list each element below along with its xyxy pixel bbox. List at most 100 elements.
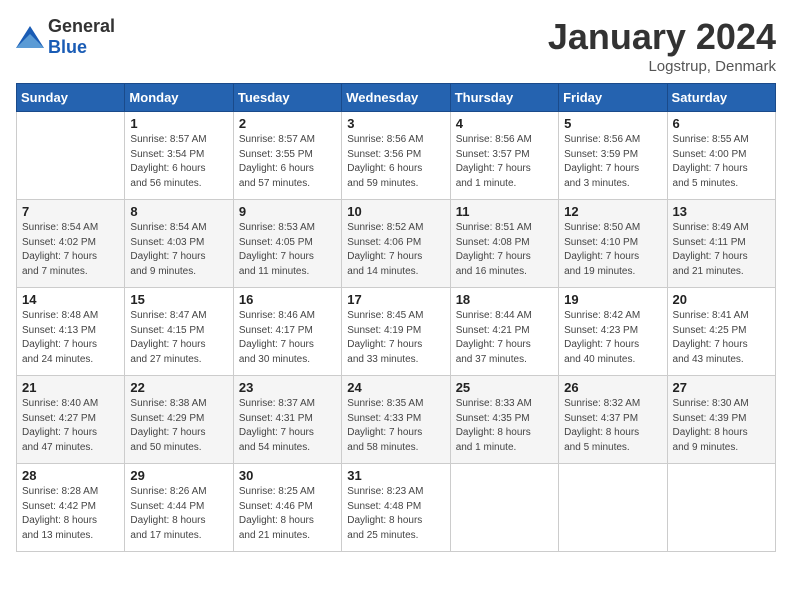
title-block: January 2024 Logstrup, Denmark: [548, 16, 776, 75]
day-number: 27: [673, 380, 770, 395]
calendar-cell: 14 Sunrise: 8:48 AM Sunset: 4:13 PM Dayli…: [17, 288, 125, 376]
logo-icon: [16, 26, 44, 48]
day-number: 7: [22, 204, 119, 219]
day-number: 31: [347, 468, 444, 483]
day-number: 28: [22, 468, 119, 483]
day-info: Sunrise: 8:56 AM Sunset: 3:56 PM Dayligh…: [347, 133, 444, 191]
calendar-week-5: 28 Sunrise: 8:28 AM Sunset: 4:42 PM Dayli…: [17, 464, 776, 552]
calendar-cell: 16 Sunrise: 8:46 AM Sunset: 4:17 PM Dayli…: [233, 288, 341, 376]
calendar-cell: 8 Sunrise: 8:54 AM Sunset: 4:03 PM Daylig…: [125, 200, 233, 288]
logo: General Blue: [16, 16, 115, 58]
calendar-cell: 21 Sunrise: 8:40 AM Sunset: 4:27 PM Dayli…: [17, 376, 125, 464]
day-info: Sunrise: 8:52 AM Sunset: 4:06 PM Dayligh…: [347, 221, 444, 279]
day-info: Sunrise: 8:45 AM Sunset: 4:19 PM Dayligh…: [347, 309, 444, 367]
calendar-cell: 19 Sunrise: 8:42 AM Sunset: 4:23 PM Dayli…: [559, 288, 667, 376]
day-info: Sunrise: 8:42 AM Sunset: 4:23 PM Dayligh…: [564, 309, 661, 367]
day-info: Sunrise: 8:54 AM Sunset: 4:03 PM Dayligh…: [130, 221, 227, 279]
calendar-cell: 18 Sunrise: 8:44 AM Sunset: 4:21 PM Dayli…: [450, 288, 558, 376]
header-friday: Friday: [559, 84, 667, 112]
day-info: Sunrise: 8:33 AM Sunset: 4:35 PM Dayligh…: [456, 397, 553, 455]
calendar-cell: 20Sunrise: 8:41 AM Sunset: 4:25 PM Dayli…: [667, 288, 775, 376]
day-number: 30: [239, 468, 336, 483]
header-sunday: Sunday: [17, 84, 125, 112]
calendar-week-4: 21 Sunrise: 8:40 AM Sunset: 4:27 PM Dayli…: [17, 376, 776, 464]
day-number: 11: [456, 204, 553, 219]
day-info: Sunrise: 8:38 AM Sunset: 4:29 PM Dayligh…: [130, 397, 227, 455]
day-info: Sunrise: 8:55 AM Sunset: 4:00 PM Dayligh…: [673, 133, 770, 191]
day-info: Sunrise: 8:41 AM Sunset: 4:25 PM Dayligh…: [673, 309, 770, 367]
day-number: 18: [456, 292, 553, 307]
calendar-cell: 25 Sunrise: 8:33 AM Sunset: 4:35 PM Dayli…: [450, 376, 558, 464]
day-number: 5: [564, 116, 661, 131]
calendar-cell: [450, 464, 558, 552]
day-info: Sunrise: 8:56 AM Sunset: 3:57 PM Dayligh…: [456, 133, 553, 191]
day-number: 21: [22, 380, 119, 395]
header-wednesday: Wednesday: [342, 84, 450, 112]
calendar-cell: 13 Sunrise: 8:49 AM Sunset: 4:11 PM Dayli…: [667, 200, 775, 288]
day-info: Sunrise: 8:32 AM Sunset: 4:37 PM Dayligh…: [564, 397, 661, 455]
day-number: 9: [239, 204, 336, 219]
calendar-cell: 7Sunrise: 8:54 AM Sunset: 4:02 PM Daylig…: [17, 200, 125, 288]
day-info: Sunrise: 8:37 AM Sunset: 4:31 PM Dayligh…: [239, 397, 336, 455]
header-saturday: Saturday: [667, 84, 775, 112]
day-info: Sunrise: 8:46 AM Sunset: 4:17 PM Dayligh…: [239, 309, 336, 367]
day-number: 8: [130, 204, 227, 219]
day-number: 24: [347, 380, 444, 395]
day-number: 19: [564, 292, 661, 307]
calendar-cell: 3 Sunrise: 8:56 AM Sunset: 3:56 PM Daylig…: [342, 112, 450, 200]
calendar-cell: 15 Sunrise: 8:47 AM Sunset: 4:15 PM Dayli…: [125, 288, 233, 376]
day-info: Sunrise: 8:28 AM Sunset: 4:42 PM Dayligh…: [22, 485, 119, 543]
calendar-cell: [17, 112, 125, 200]
day-info: Sunrise: 8:25 AM Sunset: 4:46 PM Dayligh…: [239, 485, 336, 543]
logo-text-general: General: [48, 16, 115, 36]
day-info: Sunrise: 8:57 AM Sunset: 3:55 PM Dayligh…: [239, 133, 336, 191]
calendar-cell: 22 Sunrise: 8:38 AM Sunset: 4:29 PM Dayli…: [125, 376, 233, 464]
day-number: 15: [130, 292, 227, 307]
calendar-week-1: 1Sunrise: 8:57 AM Sunset: 3:54 PM Daylig…: [17, 112, 776, 200]
calendar-table: SundayMondayTuesdayWednesdayThursdayFrid…: [16, 83, 776, 552]
day-info: Sunrise: 8:44 AM Sunset: 4:21 PM Dayligh…: [456, 309, 553, 367]
day-number: 4: [456, 116, 553, 131]
calendar-cell: 31 Sunrise: 8:23 AM Sunset: 4:48 PM Dayli…: [342, 464, 450, 552]
day-number: 3: [347, 116, 444, 131]
day-number: 29: [130, 468, 227, 483]
header-thursday: Thursday: [450, 84, 558, 112]
day-info: Sunrise: 8:50 AM Sunset: 4:10 PM Dayligh…: [564, 221, 661, 279]
day-number: 25: [456, 380, 553, 395]
day-info: Sunrise: 8:26 AM Sunset: 4:44 PM Dayligh…: [130, 485, 227, 543]
day-number: 6: [673, 116, 770, 131]
day-number: 17: [347, 292, 444, 307]
month-title: January 2024: [548, 16, 776, 58]
calendar-cell: 9Sunrise: 8:53 AM Sunset: 4:05 PM Daylig…: [233, 200, 341, 288]
calendar-cell: 23Sunrise: 8:37 AM Sunset: 4:31 PM Dayli…: [233, 376, 341, 464]
calendar-cell: 1Sunrise: 8:57 AM Sunset: 3:54 PM Daylig…: [125, 112, 233, 200]
day-number: 14: [22, 292, 119, 307]
day-info: Sunrise: 8:35 AM Sunset: 4:33 PM Dayligh…: [347, 397, 444, 455]
day-number: 16: [239, 292, 336, 307]
calendar-cell: 10Sunrise: 8:52 AM Sunset: 4:06 PM Dayli…: [342, 200, 450, 288]
header-tuesday: Tuesday: [233, 84, 341, 112]
calendar-week-3: 14 Sunrise: 8:48 AM Sunset: 4:13 PM Dayli…: [17, 288, 776, 376]
day-info: Sunrise: 8:49 AM Sunset: 4:11 PM Dayligh…: [673, 221, 770, 279]
day-info: Sunrise: 8:48 AM Sunset: 4:13 PM Dayligh…: [22, 309, 119, 367]
day-number: 12: [564, 204, 661, 219]
day-info: Sunrise: 8:47 AM Sunset: 4:15 PM Dayligh…: [130, 309, 227, 367]
calendar-cell: 6 Sunrise: 8:55 AM Sunset: 4:00 PM Daylig…: [667, 112, 775, 200]
calendar-cell: 30 Sunrise: 8:25 AM Sunset: 4:46 PM Dayli…: [233, 464, 341, 552]
calendar-cell: 11 Sunrise: 8:51 AM Sunset: 4:08 PM Dayli…: [450, 200, 558, 288]
logo-text-blue: Blue: [48, 37, 87, 57]
calendar-cell: 2 Sunrise: 8:57 AM Sunset: 3:55 PM Daylig…: [233, 112, 341, 200]
day-number: 2: [239, 116, 336, 131]
day-number: 22: [130, 380, 227, 395]
calendar-cell: 28 Sunrise: 8:28 AM Sunset: 4:42 PM Dayli…: [17, 464, 125, 552]
calendar-header-row: SundayMondayTuesdayWednesdayThursdayFrid…: [17, 84, 776, 112]
day-info: Sunrise: 8:57 AM Sunset: 3:54 PM Dayligh…: [130, 133, 227, 191]
calendar-cell: 24 Sunrise: 8:35 AM Sunset: 4:33 PM Dayli…: [342, 376, 450, 464]
calendar-cell: [559, 464, 667, 552]
day-info: Sunrise: 8:56 AM Sunset: 3:59 PM Dayligh…: [564, 133, 661, 191]
day-number: 13: [673, 204, 770, 219]
day-info: Sunrise: 8:23 AM Sunset: 4:48 PM Dayligh…: [347, 485, 444, 543]
day-info: Sunrise: 8:40 AM Sunset: 4:27 PM Dayligh…: [22, 397, 119, 455]
day-info: Sunrise: 8:51 AM Sunset: 4:08 PM Dayligh…: [456, 221, 553, 279]
location-subtitle: Logstrup, Denmark: [548, 58, 776, 75]
